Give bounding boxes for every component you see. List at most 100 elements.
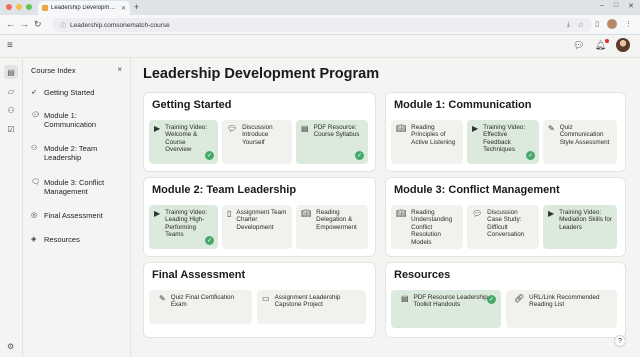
- people-icon[interactable]: ⚇: [4, 103, 18, 117]
- item-training-video-welcome[interactable]: ▶ Training Video: Welcome & Course Overv…: [149, 120, 218, 164]
- new-tab-button[interactable]: +: [134, 2, 139, 12]
- item-discussion-case-study[interactable]: 💬︎ Discussion Case Study: Difficult Conv…: [467, 205, 539, 249]
- tab-title: Leadership Development Pro: [51, 5, 118, 11]
- url-text: Leadership.comsonematch-course: [70, 21, 170, 29]
- sidebar-item-label: Module 3: Conflict Management: [44, 178, 105, 196]
- rocket-icon: ➶: [31, 89, 37, 96]
- notification-bell-icon[interactable]: 🔔︎: [595, 38, 609, 51]
- document-icon[interactable]: ▱: [4, 84, 18, 98]
- close-tab-icon[interactable]: ✕: [121, 5, 126, 12]
- sidebar-item-getting-started[interactable]: ➶ Getting Started: [31, 88, 127, 97]
- item-pdf-syllabus[interactable]: ▤ PDF Resource: Course Syllabus ✓: [296, 120, 368, 164]
- item-reading-active-listening[interactable]: 📖︎ Reading Principles of Active Listenin…: [391, 120, 463, 164]
- maximize-window-dot[interactable]: [26, 4, 32, 10]
- main-content: Leadership Development Program Getting S…: [131, 58, 640, 357]
- quiz-icon: ✎: [159, 294, 166, 303]
- sidebar-item-final-assessment[interactable]: ◎ Final Assessment: [31, 211, 127, 220]
- download-icon[interactable]: ⤓: [567, 21, 570, 29]
- quiz-edit-icon: ✎: [548, 124, 555, 133]
- book-icon: 📖︎: [301, 209, 312, 218]
- minimize-window-dot[interactable]: [16, 4, 22, 10]
- hamburger-menu-icon[interactable]: ≡: [7, 40, 13, 51]
- card-resources: Resources ▤ PDF Resource Leadership Tool…: [385, 262, 626, 338]
- sidebar-item-module-2[interactable]: ⚇ Module 2: Team Leadership: [31, 144, 127, 162]
- chat-bubble-icon[interactable]: 💬︎: [573, 40, 584, 51]
- item-quiz-final-exam[interactable]: ✎ Quiz Final Certification Exam: [149, 290, 252, 324]
- card-title: Module 1: Communication: [394, 99, 532, 111]
- card-title: Getting Started: [152, 99, 232, 111]
- item-label: URL/Link Recommended Reading List: [529, 294, 600, 309]
- discussion-icon: 💬︎: [227, 124, 238, 133]
- video-icon: ▶: [154, 209, 161, 218]
- assignment-icon: ▯: [227, 209, 232, 218]
- item-quiz-communication[interactable]: ✎ Quiz Communication Style Assessment: [543, 120, 617, 164]
- menu-dots-icon[interactable]: ⋮: [625, 20, 632, 28]
- settings-gear-icon[interactable]: ⚙: [7, 342, 14, 351]
- card-title: Resources: [394, 269, 451, 281]
- browser-actions: ▯ ⋮: [595, 19, 632, 29]
- card-final-assessment: Final Assessment ✎ Quiz Final Certificat…: [143, 262, 376, 338]
- item-video-high-performing[interactable]: ▶ Training Video: Leading High-Performin…: [149, 205, 218, 249]
- checklist-icon[interactable]: ☑: [4, 122, 18, 136]
- item-label: Assignment Leadership Capstone Project: [274, 294, 341, 309]
- close-icon[interactable]: ✕: [628, 2, 634, 10]
- app-window: ≡ 💬︎ 🔔︎ ▤ ▱ ⚇ ☑ ⚙ Course Index × ➶ Getti…: [0, 35, 640, 357]
- sidebar-title: Course Index: [31, 66, 76, 75]
- item-label: Assignment Team Charter Development: [236, 209, 287, 231]
- sidebar-item-label: Final Assessment: [44, 211, 103, 220]
- browser-tab-bar: Leadership Development Pro ✕ + – □ ✕: [0, 0, 640, 15]
- reload-icon[interactable]: ↻: [34, 19, 42, 30]
- card-title: Module 3: Conflict Management: [394, 184, 560, 196]
- course-index-sidebar: Course Index × ➶ Getting Started 💬︎ Modu…: [24, 58, 131, 357]
- bookmark-star-icon[interactable]: ☆: [578, 21, 584, 29]
- sidebar-item-module-3[interactable]: 🗨︎ Module 3: Conflict Management: [31, 178, 127, 196]
- assignment-icon: ▭: [262, 294, 270, 303]
- item-assignment-team-charter[interactable]: ▯ Assignment Team Charter Development: [222, 205, 292, 249]
- help-button[interactable]: ?: [614, 335, 626, 347]
- item-label: Training Video: Mediation Skills for Lea…: [559, 209, 613, 231]
- book-icon: 📖︎: [396, 124, 407, 133]
- item-label: Reading Understanding Conflict Resolutio…: [411, 209, 453, 246]
- header-actions: 💬︎ 🔔︎: [573, 38, 630, 52]
- team-icon: ⚇: [31, 145, 38, 152]
- address-bar-row: ← → ↻ ⓘ Leadership.comsonematch-course ⤓…: [0, 15, 640, 35]
- completed-check-icon: ✓: [205, 151, 214, 160]
- minimize-icon[interactable]: –: [600, 2, 604, 10]
- item-reading-conflict-models[interactable]: 📖︎ Reading Understanding Conflict Resolu…: [391, 205, 463, 249]
- maximize-icon[interactable]: □: [614, 2, 618, 10]
- item-pdf-toolkit[interactable]: ▤ PDF Resource Leadership Toolkit Handou…: [391, 290, 501, 328]
- item-label: Quiz Final Certification Exam: [170, 294, 235, 309]
- app-header: ≡ 💬︎ 🔔︎: [0, 35, 640, 58]
- forward-icon[interactable]: →: [20, 19, 29, 29]
- card-title: Final Assessment: [152, 269, 246, 281]
- item-reading-delegation[interactable]: 📖︎ Reading Delegation & Empowerment: [296, 205, 368, 249]
- chat-icon: 💬︎: [31, 112, 40, 119]
- item-video-feedback[interactable]: ▶ Training Video: Effective Feedback Tec…: [467, 120, 539, 164]
- completed-check-icon: ✓: [487, 295, 496, 304]
- site-info-icon[interactable]: ⓘ: [60, 21, 66, 30]
- item-url-reading-list[interactable]: 🔗︎ URL/Link Recommended Reading List: [506, 290, 617, 328]
- sidebar-close-icon[interactable]: ×: [117, 65, 122, 74]
- link-icon: 🔗︎: [514, 294, 525, 303]
- item-label: PDF Resource Leadership Toolkit Handouts: [413, 294, 488, 309]
- page-title: Leadership Development Program: [143, 66, 380, 82]
- item-label: Reading Principles of Active Listening: [411, 124, 456, 146]
- url-field[interactable]: ⓘ Leadership.comsonematch-course ⤓ ☆: [52, 18, 592, 32]
- user-avatar[interactable]: [616, 38, 630, 52]
- profile-avatar-icon[interactable]: [607, 19, 617, 29]
- card-getting-started: Getting Started ▶ Training Video: Welcom…: [143, 92, 376, 172]
- video-icon: ▶: [154, 124, 161, 133]
- item-assignment-capstone[interactable]: ▭ Assignment Leadership Capstone Project: [257, 290, 366, 324]
- item-label: Quiz Communication Style Assessment: [559, 124, 610, 146]
- close-window-dot[interactable]: [6, 4, 12, 10]
- back-icon[interactable]: ←: [6, 19, 15, 29]
- item-video-mediation[interactable]: ▶ Training Video: Mediation Skills for L…: [543, 205, 617, 249]
- sidebar-item-module-1[interactable]: 💬︎ Module 1: Communication: [31, 111, 127, 129]
- sidebar-item-resources[interactable]: ◈ Resources: [31, 235, 127, 244]
- course-index-icon[interactable]: ▤: [4, 65, 18, 79]
- window-buttons: – □ ✕: [600, 2, 634, 10]
- item-discussion-introduce[interactable]: 💬︎ Discussion Introduce Yourself: [222, 120, 292, 164]
- browser-tab[interactable]: Leadership Development Pro ✕: [38, 1, 130, 15]
- left-rail: ▤ ▱ ⚇ ☑: [0, 58, 23, 357]
- sidepanel-icon[interactable]: ▯: [595, 20, 599, 28]
